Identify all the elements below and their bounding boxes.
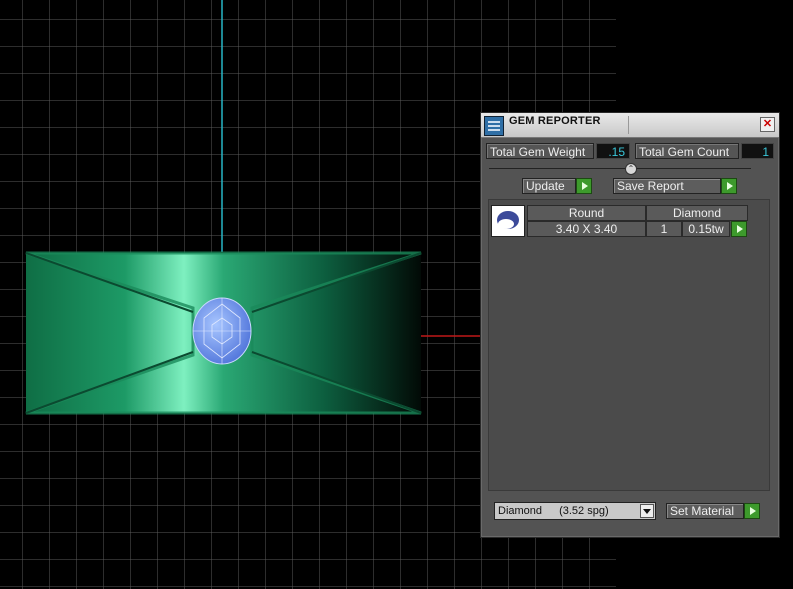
gem-shape-header: Round <box>527 205 646 221</box>
set-material-go-icon[interactable] <box>744 503 760 519</box>
gem-size-cell: 3.40 X 3.40 <box>527 221 646 237</box>
title-divider <box>628 116 629 134</box>
update-go-icon[interactable] <box>576 178 592 194</box>
material-select[interactable]: Diamond (3.52 spg) <box>494 502 656 520</box>
chevron-down-icon[interactable] <box>640 504 654 518</box>
close-icon[interactable]: ✕ <box>760 117 775 132</box>
total-gem-count-label: Total Gem Count <box>635 143 739 159</box>
gem-list: Round Diamond 3.40 X 3.40 1 0.15tw <box>488 199 770 491</box>
total-gem-count-value: 1 <box>741 143 774 159</box>
update-button[interactable]: Update <box>522 178 576 194</box>
gem-reporter-icon <box>484 116 504 136</box>
gem-reporter-panel: GEM REPORTER ✕ Total Gem Weight .15 Tota… <box>480 112 780 538</box>
material-select-density: (3.52 spg) <box>559 505 609 517</box>
gem-material-header: Diamond <box>646 205 748 221</box>
set-material-button[interactable]: Set Material <box>666 503 744 519</box>
section-divider <box>489 168 751 169</box>
save-report-button[interactable]: Save Report <box>613 178 721 194</box>
gem-row-go-icon[interactable] <box>731 221 747 237</box>
collapse-toggle-icon[interactable]: ⌃ <box>625 163 637 175</box>
round-gem[interactable] <box>192 297 252 365</box>
gem-weight-cell: 0.15tw <box>682 221 730 237</box>
total-gem-weight-label: Total Gem Weight <box>486 143 594 159</box>
panel-title: GEM REPORTER <box>509 115 601 127</box>
save-report-go-icon[interactable] <box>721 178 737 194</box>
material-select-value: Diamond <box>498 505 543 517</box>
gem-thumbnail <box>491 205 525 237</box>
gem-count-cell: 1 <box>646 221 682 237</box>
total-gem-weight-value: .15 <box>596 143 630 159</box>
panel-titlebar[interactable]: GEM REPORTER ✕ <box>481 113 779 138</box>
